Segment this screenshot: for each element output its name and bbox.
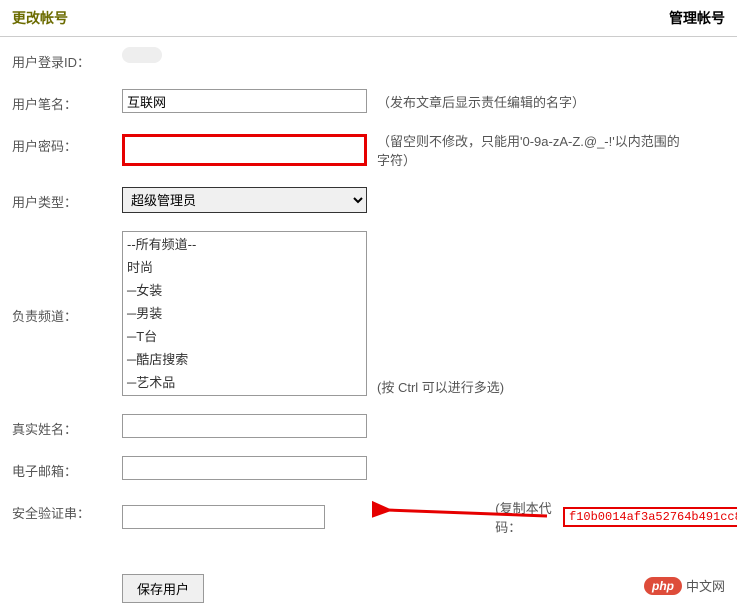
nickname-input[interactable] [122,89,367,113]
user-type-label: 用户类型： [12,187,122,211]
watermark-text: 中文网 [686,576,725,595]
account-form: 用户登录ID： 用户笔名： （发布文章后显示责任编辑的名字） 用户密码： （留空… [0,37,737,613]
security-label: 安全验证串： [12,498,122,522]
watermark: php 中文网 [644,576,725,595]
page-header: 更改帐号 管理帐号 [0,0,737,37]
real-name-input[interactable] [122,414,367,438]
channels-multi-select[interactable]: --所有频道-- 时尚 ─女装 ─男装 ─T台 ─酷店搜索 ─艺术品 ─前沿突破… [122,231,367,396]
nickname-label: 用户笔名： [12,89,122,113]
security-input[interactable] [122,505,325,529]
page-title: 更改帐号 [12,8,68,28]
login-id-row: 用户登录ID： [12,47,725,71]
security-code: f10b0014af3a52764b491cc8 [563,507,737,527]
channel-option[interactable]: ─前沿突破 [123,393,366,396]
channels-hint: (按 Ctrl 可以进行多选) [377,377,504,396]
password-input[interactable] [122,134,367,166]
login-id-value [122,47,162,63]
user-type-row: 用户类型： 超级管理员 [12,187,725,213]
channel-option[interactable]: ─艺术品 [123,370,366,393]
channel-option[interactable]: ─T台 [123,324,366,347]
save-button[interactable]: 保存用户 [122,574,204,603]
channel-option[interactable]: ─男装 [123,301,366,324]
arrow-icon [372,498,552,528]
email-input[interactable] [122,456,367,480]
channels-label: 负责频道： [12,231,122,325]
channels-row: 负责频道： --所有频道-- 时尚 ─女装 ─男装 ─T台 ─酷店搜索 ─艺术品… [12,231,725,396]
password-hint: （留空则不修改，只能用'0-9a-zA-Z.@_-!'以内范围的字符） [377,131,687,169]
password-label: 用户密码： [12,131,122,155]
channel-option[interactable]: --所有频道-- [123,232,366,255]
real-name-row: 真实姓名： [12,414,725,438]
login-id-label: 用户登录ID： [12,47,122,71]
manage-account-link[interactable]: 管理帐号 [669,8,725,28]
security-row: 安全验证串： (复制本代码： f10b0014af3a52764b491cc8 … [12,498,725,536]
password-row: 用户密码： （留空则不修改，只能用'0-9a-zA-Z.@_-!'以内范围的字符… [12,131,725,169]
php-badge-icon: php [644,577,682,595]
nickname-row: 用户笔名： （发布文章后显示责任编辑的名字） [12,89,725,113]
channel-option[interactable]: 时尚 [123,255,366,278]
channel-option[interactable]: ─酷店搜索 [123,347,366,370]
user-type-select[interactable]: 超级管理员 [122,187,367,213]
email-label: 电子邮箱： [12,456,122,480]
real-name-label: 真实姓名： [12,414,122,438]
email-row: 电子邮箱： [12,456,725,480]
nickname-hint: （发布文章后显示责任编辑的名字） [377,92,585,111]
channel-option[interactable]: ─女装 [123,278,366,301]
